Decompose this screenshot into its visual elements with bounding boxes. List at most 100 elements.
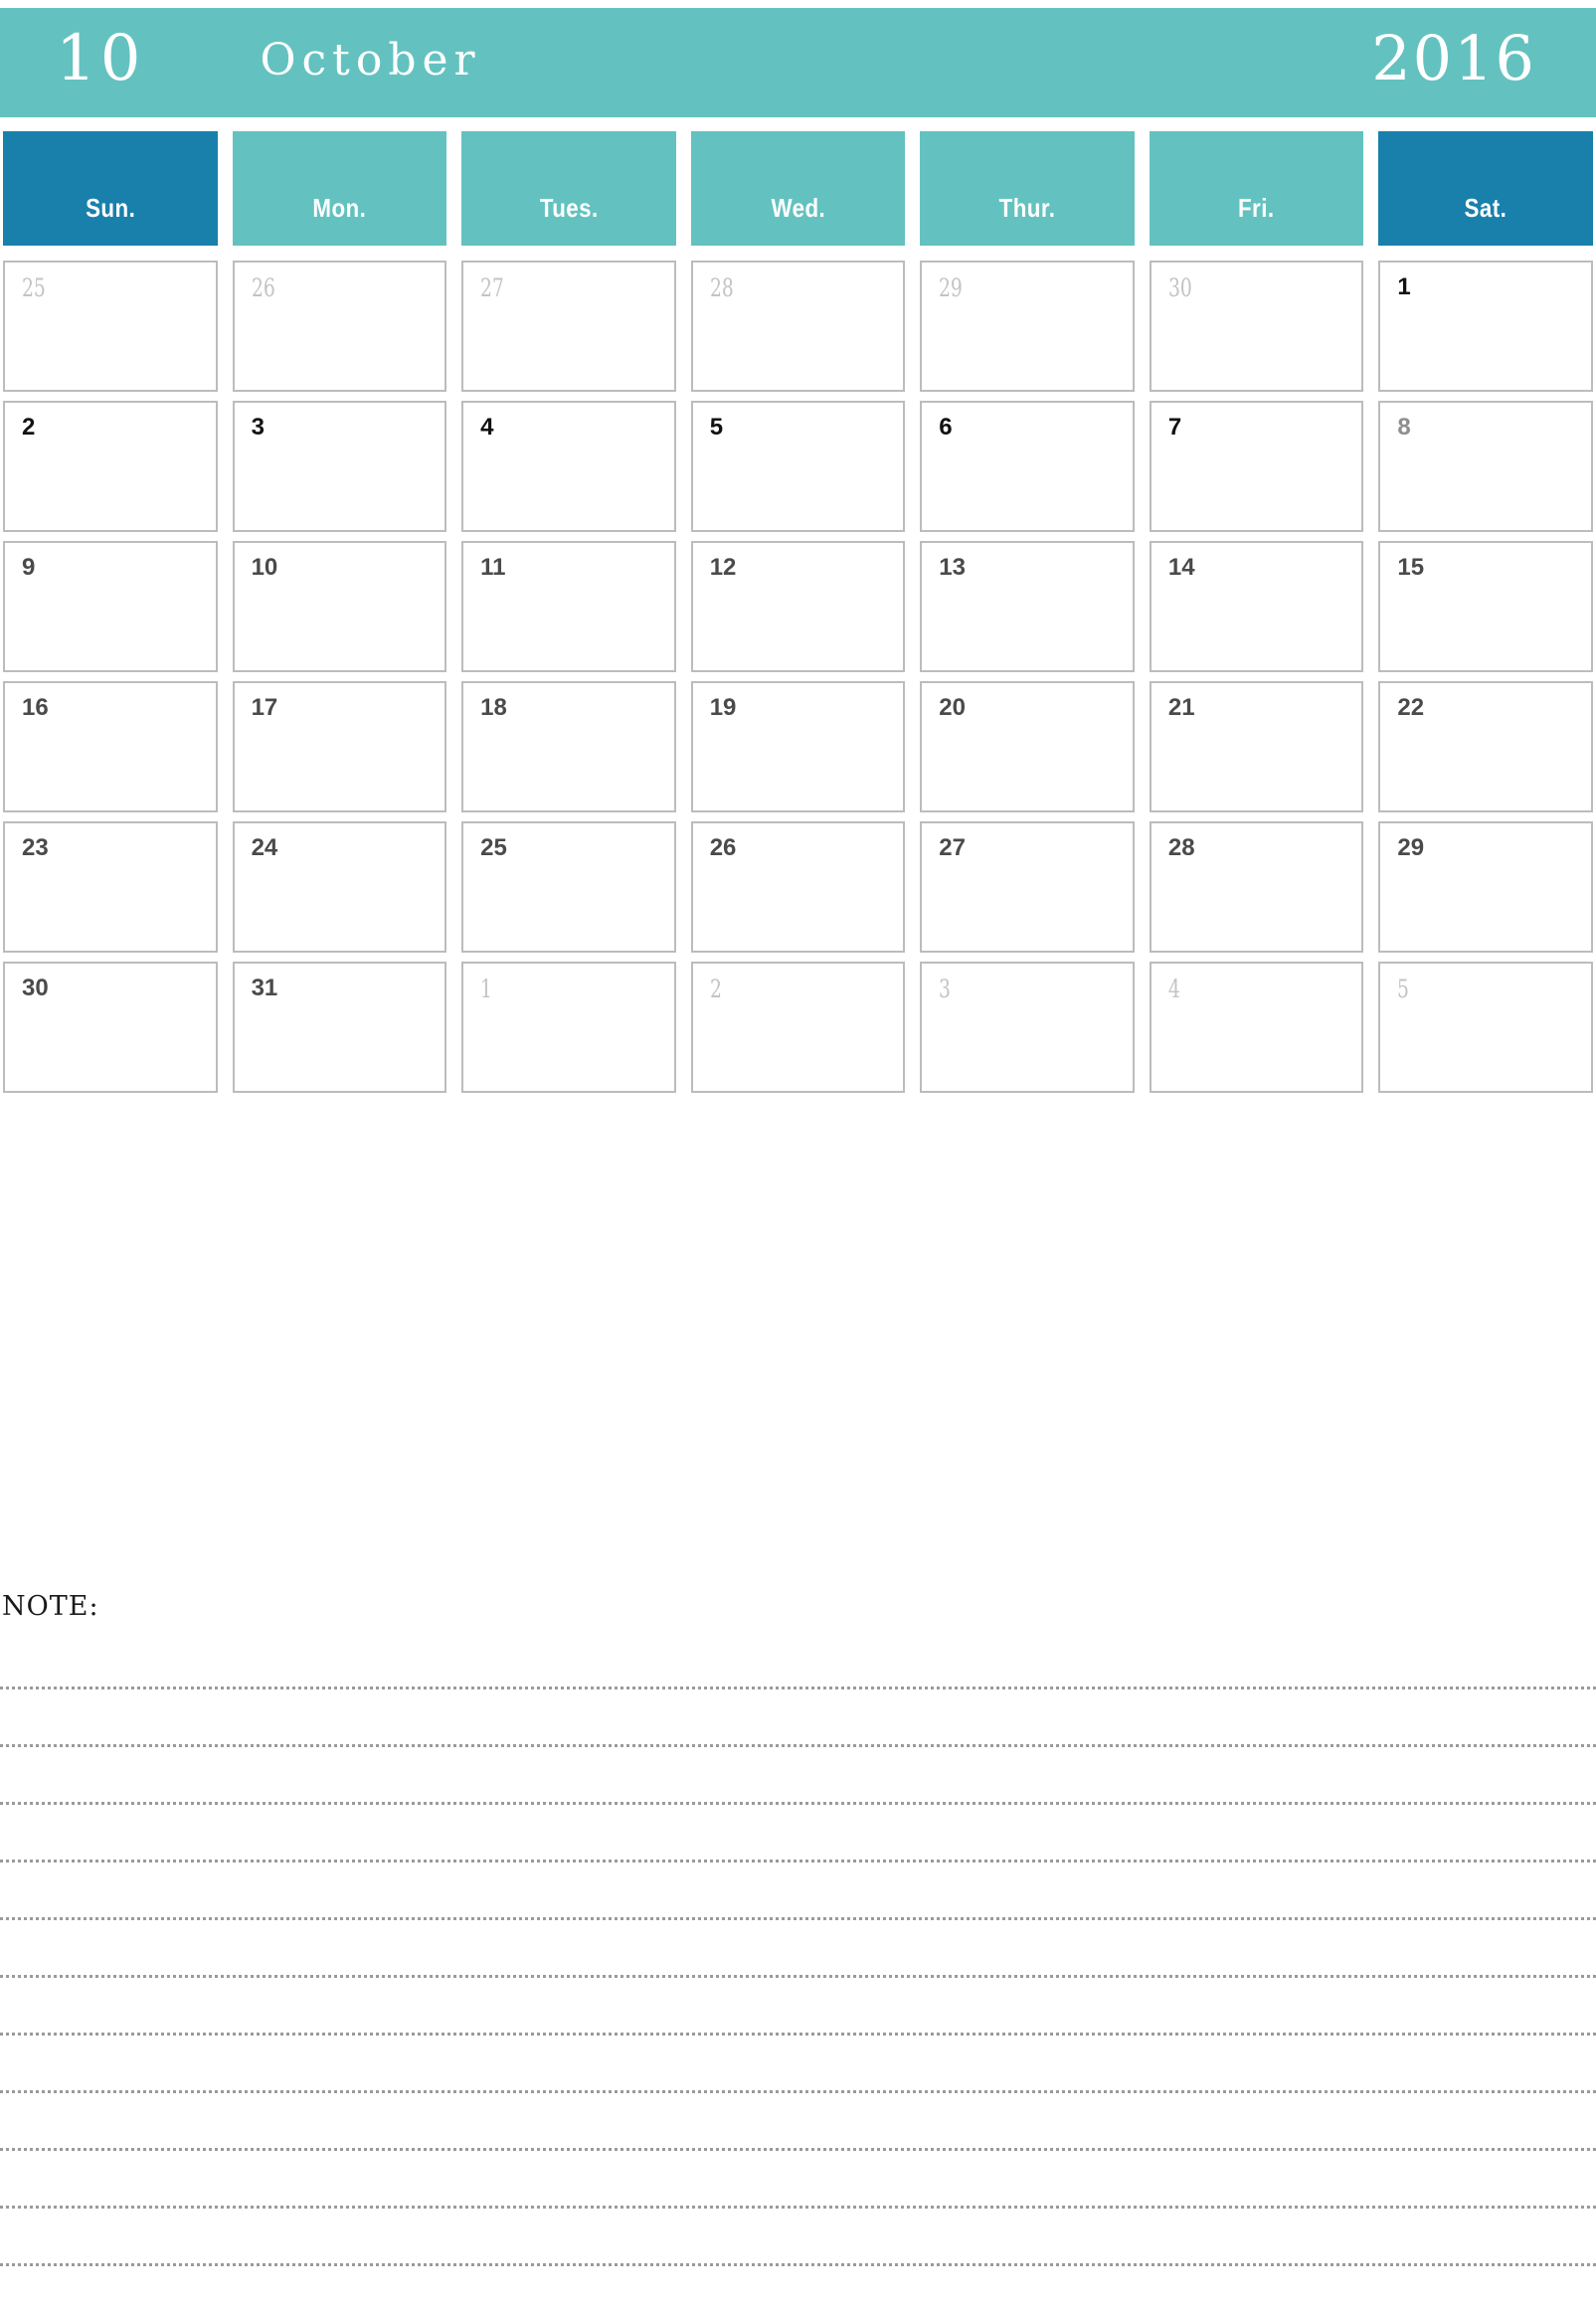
day-number: 30 <box>1167 273 1192 302</box>
calendar-day-cell[interactable]: 28 <box>1149 821 1364 953</box>
calendar-day-cell[interactable]: 20 <box>920 681 1135 812</box>
calendar-day-cell[interactable]: 27 <box>920 821 1135 953</box>
calendar-day-cell[interactable]: 29 <box>1378 821 1593 953</box>
day-number: 23 <box>22 834 49 861</box>
month-number: 10 <box>56 22 145 95</box>
calendar-day-cell[interactable]: 24 <box>232 821 447 953</box>
calendar-day-cell[interactable]: 3 <box>920 962 1135 1093</box>
note-line[interactable] <box>0 2151 1596 2209</box>
calendar-day-cell[interactable]: 17 <box>232 681 447 812</box>
day-number: 2 <box>709 975 722 1003</box>
weekday-label: Sun. <box>85 193 135 223</box>
calendar-grid: 25 26 27 28 29 30 1 2 3 4 5 6 7 8 9 10 11 12 13 14 15 16 17 18 1… <box>3 261 1593 1093</box>
note-line[interactable] <box>0 2036 1596 2093</box>
day-number: 28 <box>709 273 734 302</box>
calendar-day-cell[interactable]: 5 <box>1378 962 1593 1093</box>
day-number: 30 <box>22 975 49 1001</box>
day-number: 5 <box>709 414 724 441</box>
day-number: 26 <box>709 834 737 861</box>
calendar-day-cell[interactable]: 26 <box>232 261 447 392</box>
day-number: 19 <box>709 694 737 721</box>
calendar-day-cell[interactable]: 22 <box>1378 681 1593 812</box>
calendar-day-cell[interactable]: 19 <box>690 681 906 812</box>
calendar-day-cell[interactable]: 1 <box>1378 261 1593 392</box>
calendar-day-cell[interactable]: 31 <box>232 962 447 1093</box>
calendar-day-cell[interactable]: 16 <box>3 681 218 812</box>
weekday-label: Tues. <box>539 193 599 223</box>
calendar-day-cell[interactable]: 10 <box>232 541 447 672</box>
note-line[interactable] <box>0 1689 1596 1747</box>
day-number: 12 <box>709 554 737 581</box>
calendar-day-cell[interactable]: 29 <box>920 261 1135 392</box>
calendar-day-cell[interactable]: 30 <box>3 962 218 1093</box>
day-number: 25 <box>480 834 507 861</box>
note-line[interactable] <box>0 2093 1596 2151</box>
weekday-header-wed: Wed. <box>690 131 906 246</box>
day-number: 20 <box>939 694 966 721</box>
calendar-day-cell[interactable]: 1 <box>461 962 676 1093</box>
calendar-day-cell[interactable]: 25 <box>3 261 218 392</box>
weekday-label: Mon. <box>312 193 367 223</box>
calendar-day-cell[interactable]: 7 <box>1149 401 1364 532</box>
day-number: 6 <box>939 414 953 441</box>
day-number: 8 <box>1397 414 1411 441</box>
calendar-day-cell[interactable]: 30 <box>1149 261 1364 392</box>
note-label: NOTE: <box>2 1591 99 1622</box>
day-number: 17 <box>251 694 278 721</box>
day-number: 29 <box>1397 834 1425 861</box>
calendar-day-cell[interactable]: 11 <box>461 541 676 672</box>
calendar-day-cell[interactable]: 21 <box>1149 681 1364 812</box>
note-line[interactable] <box>0 2266 1596 2310</box>
calendar-day-cell[interactable]: 25 <box>461 821 676 953</box>
calendar-day-cell[interactable]: 9 <box>3 541 218 672</box>
note-line[interactable] <box>0 1805 1596 1863</box>
day-number: 22 <box>1397 694 1425 721</box>
day-number: 27 <box>939 834 966 861</box>
weekday-label: Sat. <box>1464 193 1507 223</box>
weekday-header-sat: Sat. <box>1378 131 1593 246</box>
calendar-day-cell[interactable]: 13 <box>920 541 1135 672</box>
calendar-day-cell[interactable]: 14 <box>1149 541 1364 672</box>
weekday-header-thur: Thur. <box>920 131 1135 246</box>
day-number: 24 <box>251 834 278 861</box>
day-number: 18 <box>480 694 507 721</box>
calendar-day-cell[interactable]: 26 <box>690 821 906 953</box>
day-number: 28 <box>1167 834 1195 861</box>
calendar-day-cell[interactable]: 15 <box>1378 541 1593 672</box>
calendar-day-cell[interactable]: 23 <box>3 821 218 953</box>
calendar-day-cell[interactable]: 4 <box>461 401 676 532</box>
calendar-day-cell[interactable]: 2 <box>690 962 906 1093</box>
day-number: 7 <box>1167 414 1182 441</box>
day-number: 1 <box>1397 273 1411 300</box>
day-number: 4 <box>480 414 494 441</box>
note-lines <box>0 1632 1596 2310</box>
calendar-day-cell[interactable]: 27 <box>461 261 676 392</box>
day-number: 2 <box>22 414 36 441</box>
weekday-header-fri: Fri. <box>1149 131 1364 246</box>
calendar-page: 10 October 2016 Sun. Mon. Tues. Wed. Thur. Fr… <box>0 0 1596 2310</box>
day-number: 4 <box>1167 975 1180 1003</box>
day-number: 3 <box>939 975 952 1003</box>
day-number: 16 <box>22 694 49 721</box>
month-banner: 10 October 2016 <box>0 8 1596 117</box>
day-number: 13 <box>939 554 966 581</box>
calendar-day-cell[interactable]: 28 <box>690 261 906 392</box>
note-line[interactable] <box>0 1978 1596 2036</box>
month-name: October <box>260 35 481 86</box>
calendar-day-cell[interactable]: 6 <box>920 401 1135 532</box>
note-line[interactable] <box>0 2209 1596 2266</box>
day-number: 1 <box>480 975 493 1003</box>
note-line[interactable] <box>0 1632 1596 1689</box>
calendar-day-cell[interactable]: 8 <box>1378 401 1593 532</box>
note-line[interactable] <box>0 1920 1596 1978</box>
note-line[interactable] <box>0 1747 1596 1805</box>
day-number: 10 <box>251 554 278 581</box>
day-number: 5 <box>1397 975 1410 1003</box>
calendar-day-cell[interactable]: 2 <box>3 401 218 532</box>
note-line[interactable] <box>0 1863 1596 1920</box>
calendar-day-cell[interactable]: 5 <box>690 401 906 532</box>
calendar-day-cell[interactable]: 18 <box>461 681 676 812</box>
calendar-day-cell[interactable]: 12 <box>690 541 906 672</box>
calendar-day-cell[interactable]: 3 <box>232 401 447 532</box>
calendar-day-cell[interactable]: 4 <box>1149 962 1364 1093</box>
